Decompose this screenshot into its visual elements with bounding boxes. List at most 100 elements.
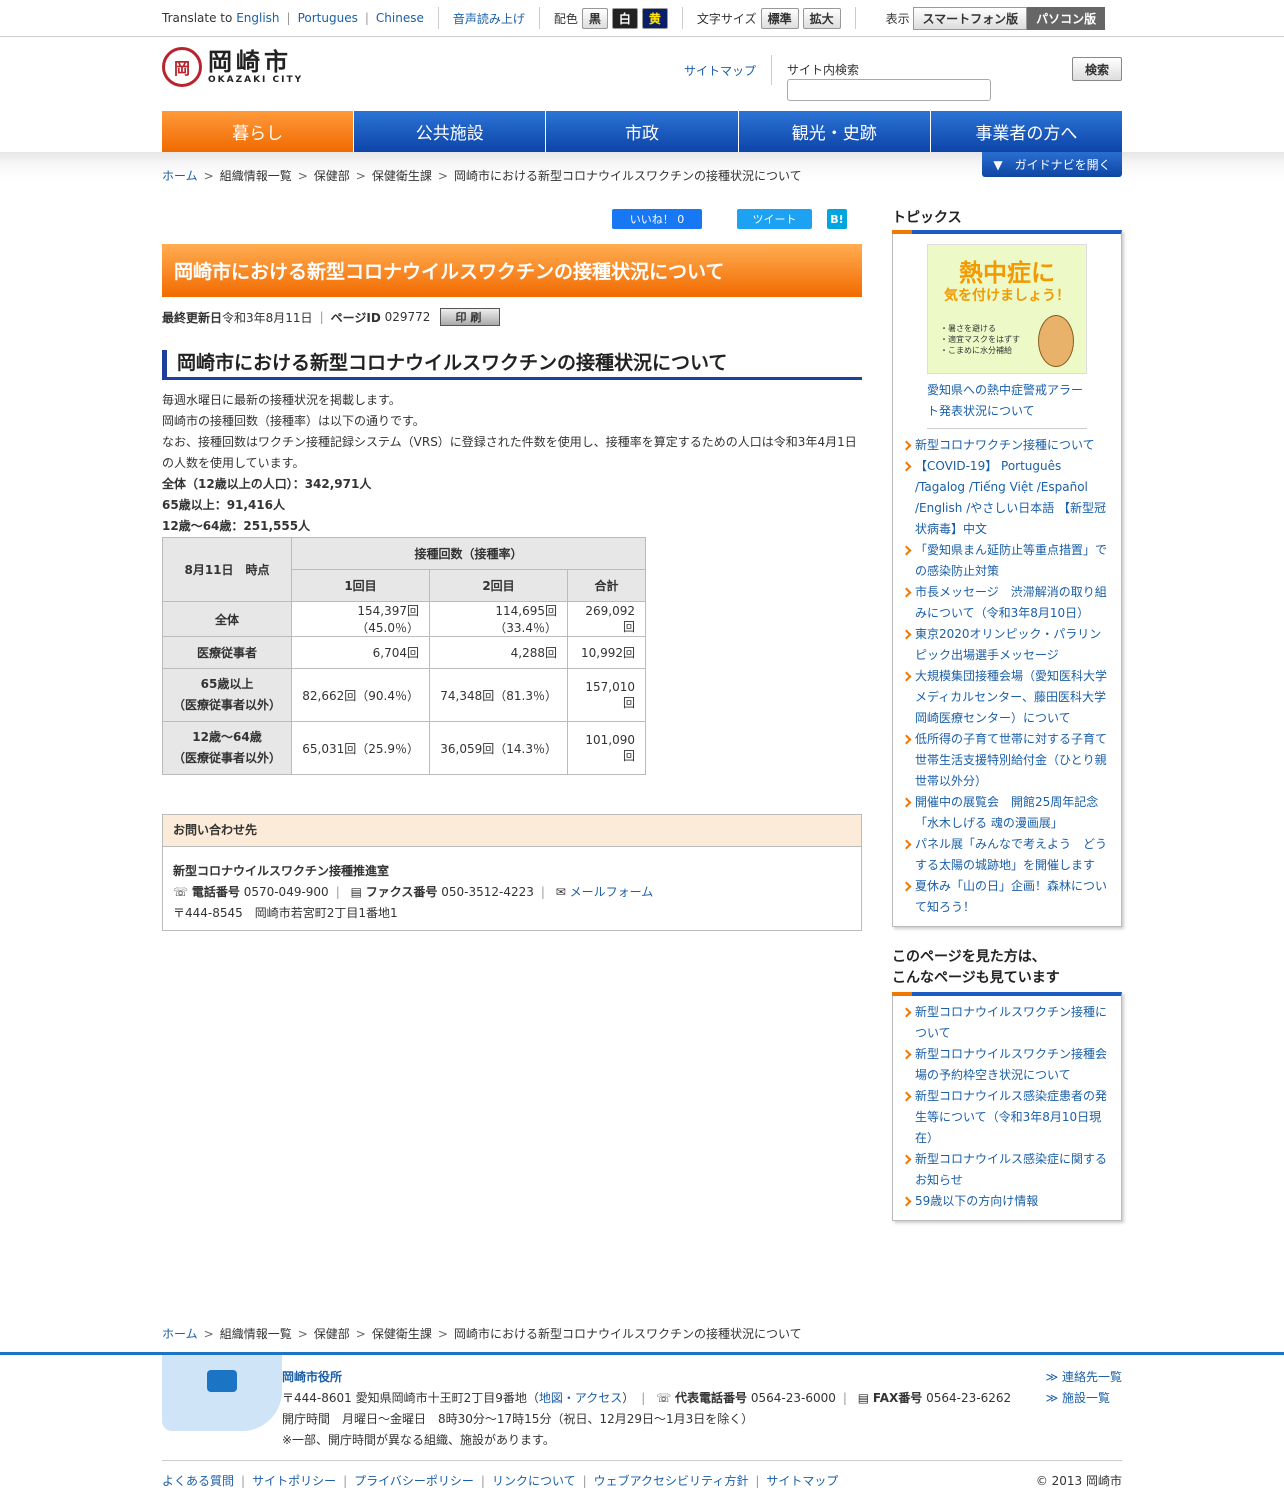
breadcrumb-item[interactable]: 保健部 xyxy=(314,1327,350,1341)
list-item[interactable]: 新型コロナウイルス感染症に関するお知らせ xyxy=(903,1149,1111,1191)
nav-item-city-admin[interactable]: 市政 xyxy=(546,111,739,152)
breadcrumb-home[interactable]: ホーム xyxy=(162,169,198,183)
footer-sitemap-link[interactable]: サイトマップ xyxy=(766,1474,838,1488)
paragraph: 毎週水曜日に最新の接種状況を掲載します。 xyxy=(162,393,401,407)
fax-icon: ▤ xyxy=(350,885,362,899)
col-header: 合計 xyxy=(567,569,646,602)
table-cell: 101,090回 xyxy=(567,721,646,775)
fax-number: 050-3512-4223 xyxy=(441,885,534,899)
list-item[interactable]: 低所得の子育て世帯に対する子育て世帯生活支援特別給付金（ひとり親世帯以外分） xyxy=(903,729,1111,792)
office-name: 岡崎市役所 xyxy=(282,1370,343,1384)
mail-form-link[interactable]: メールフォーム xyxy=(570,885,654,899)
fontsize-standard-button[interactable]: 標準 xyxy=(760,7,799,29)
privacy-policy-link[interactable]: プライバシーポリシー xyxy=(354,1474,474,1488)
list-item[interactable]: 市長メッセージ 渋滞解消の取り組みについて（令和3年8月10日） xyxy=(903,582,1111,624)
phone-icon: ☏ xyxy=(173,885,189,899)
nav-item-tourism[interactable]: 観光・史跡 xyxy=(738,111,931,152)
faq-link[interactable]: よくある質問 xyxy=(162,1474,234,1488)
map-icon xyxy=(162,1355,282,1431)
tweet-button[interactable]: ツイート xyxy=(737,209,812,229)
banner-line: ・こまめに水分補給 xyxy=(940,346,1012,355)
topic-link[interactable]: 【COVID-19】 Português /Tagalog /Tiếng Việ… xyxy=(915,459,1106,536)
table-cell: 6,704回 xyxy=(291,636,430,669)
row-subheader: （医療従事者以外） xyxy=(173,698,282,712)
display-label: 表示 xyxy=(885,11,910,26)
site-policy-link[interactable]: サイトポリシー xyxy=(252,1474,336,1488)
hatena-bookmark-button[interactable]: B! xyxy=(827,209,847,229)
table-row: 65歳以上 （医療従事者以外） 82,662回（90.4％） 74,348回（81.3… xyxy=(162,668,646,722)
list-item[interactable]: 開催中の展覧会 開館25周年記念「水木しげる 魂の漫画展」 xyxy=(903,792,1111,834)
related-link[interactable]: 新型コロナウイルス感染症患者の発生等について（令和3年8月10日現在） xyxy=(915,1089,1107,1145)
list-item[interactable]: 59歳以下の方向け情報 xyxy=(903,1191,1111,1212)
list-item[interactable]: 新型コロナウイルス感染症患者の発生等について（令和3年8月10日現在） xyxy=(903,1086,1111,1149)
list-item[interactable]: 【COVID-19】 Português /Tagalog /Tiếng Việ… xyxy=(903,456,1111,540)
office-note: ※一部、開庁時間が異なる組織、施設があります。 xyxy=(282,1433,555,1447)
header-sitemap-link[interactable]: サイトマップ xyxy=(684,62,756,79)
breadcrumb-item[interactable]: 組織情報一覧 xyxy=(220,169,292,183)
print-button[interactable]: 印刷 xyxy=(440,308,501,326)
list-item[interactable]: 新型コロナウイルスワクチン接種について xyxy=(903,1002,1111,1044)
lang-portugues-link[interactable]: Portugues xyxy=(298,11,358,25)
list-item[interactable]: 大規模集団接種会場（愛知医科大学メディカルセンター、藤田医科大学岡崎医療センター… xyxy=(903,666,1111,729)
search-button[interactable]: 検索 xyxy=(1072,57,1122,81)
nav-item-facilities[interactable]: 公共施設 xyxy=(354,111,547,152)
guide-navi-button[interactable]: ▼ ガイドナビを開く xyxy=(982,152,1122,177)
nav-item-kurashi[interactable]: 暮らし xyxy=(162,111,355,152)
related-link[interactable]: 新型コロナウイルスワクチン接種について xyxy=(915,1005,1107,1040)
facilities-list-link[interactable]: ≫ 施設一覧 xyxy=(1046,1391,1110,1405)
related-link[interactable]: 新型コロナウイルス感染症に関するお知らせ xyxy=(915,1152,1107,1187)
sidebar: トピックス 熱中症に 気を付けましょう！ ・暑さを避ける ・適宜マスクをはずす … xyxy=(892,207,1122,1221)
topic-link[interactable]: 低所得の子育て世帯に対する子育て世帯生活支援特別給付金（ひとり親世帯以外分） xyxy=(915,732,1107,788)
page-title: 岡崎市における新型コロナウイルスワクチンの接種状況について xyxy=(162,244,862,297)
city-emblem-icon: 岡 xyxy=(162,47,202,87)
breadcrumb-item[interactable]: 保健衛生課 xyxy=(372,169,432,183)
breadcrumb-item[interactable]: 組織情報一覧 xyxy=(220,1327,292,1341)
translate-prefix: Translate to xyxy=(162,11,233,25)
pc-view-button[interactable]: パソコン版 xyxy=(1027,6,1106,30)
breadcrumb-home[interactable]: ホーム xyxy=(162,1327,198,1341)
topic-link[interactable]: 新型コロナワクチン接種について xyxy=(915,438,1095,452)
contact-address: 〒444-8545 岡崎市若宮町2丁目1番地1 xyxy=(173,906,398,920)
topic-link[interactable]: 「愛知県まん延防止等重点措置」での感染防止対策 xyxy=(915,543,1107,578)
fontsize-label: 文字サイズ xyxy=(696,11,757,26)
topic-link[interactable]: パネル展「みんなで考えよう どうする太陽の城跡地」を開催します xyxy=(915,837,1107,872)
nav-item-business[interactable]: 事業者の方へ xyxy=(930,111,1123,152)
list-item[interactable]: パネル展「みんなで考えよう どうする太陽の城跡地」を開催します xyxy=(903,834,1111,876)
search-label: サイト内検索 xyxy=(787,63,860,77)
fontsize-large-button[interactable]: 拡大 xyxy=(802,7,841,29)
site-logo[interactable]: 岡 岡崎市 OKAZAKI CITY xyxy=(162,47,303,87)
list-item[interactable]: 新型コロナワクチン接種について xyxy=(903,435,1111,456)
topic-link[interactable]: 東京2020オリンピック・パラリンピック出場選手メッセージ xyxy=(915,627,1101,662)
list-item[interactable]: 夏休み「山の日」企画！森林について知ろう！ xyxy=(903,876,1111,918)
breadcrumb-item[interactable]: 保健衛生課 xyxy=(372,1327,432,1341)
contacts-list-link[interactable]: ≫ 連絡先一覧 xyxy=(1046,1370,1122,1384)
heatstroke-alert-link[interactable]: 愛知県への熱中症警戒アラート発表状況について xyxy=(927,383,1083,418)
lang-chinese-link[interactable]: Chinese xyxy=(376,11,424,25)
topic-link[interactable]: 大規模集団接種会場（愛知医科大学メディカルセンター、藤田医科大学岡崎医療センター… xyxy=(915,669,1107,725)
list-item[interactable]: 「愛知県まん延防止等重点措置」での感染防止対策 xyxy=(903,540,1111,582)
color-yellow-button[interactable]: 黄 xyxy=(641,7,668,29)
voice-reader-link[interactable]: 音声読み上げ xyxy=(453,10,525,27)
facebook-like-button[interactable]: いいね！ 0 xyxy=(612,209,702,229)
related-link[interactable]: 新型コロナウイルスワクチン接種会場の予約枠空き状況について xyxy=(915,1047,1107,1082)
accessibility-link[interactable]: ウェブアクセシビリティ方針 xyxy=(594,1474,749,1488)
population-total: 全体（12歳以上の人口）：342,971人 xyxy=(162,477,372,491)
list-item[interactable]: 新型コロナウイルスワクチン接種会場の予約枠空き状況について xyxy=(903,1044,1111,1086)
topic-link[interactable]: 開催中の展覧会 開館25周年記念「水木しげる 魂の漫画展」 xyxy=(915,795,1098,830)
logo-subtext: OKAZAKI CITY xyxy=(208,75,304,85)
color-white-button[interactable]: 白 xyxy=(611,7,638,29)
breadcrumb-item[interactable]: 保健部 xyxy=(314,169,350,183)
topic-link[interactable]: 市長メッセージ 渋滞解消の取り組みについて（令和3年8月10日） xyxy=(915,585,1107,620)
color-black-button[interactable]: 黒 xyxy=(581,7,608,29)
related-link[interactable]: 59歳以下の方向け情報 xyxy=(915,1194,1038,1208)
lang-english-link[interactable]: English xyxy=(236,11,279,25)
list-item[interactable]: 東京2020オリンピック・パラリンピック出場選手メッセージ xyxy=(903,624,1111,666)
link-policy-link[interactable]: リンクについて xyxy=(492,1474,576,1488)
search-input[interactable] xyxy=(787,79,991,101)
heatstroke-banner[interactable]: 熱中症に 気を付けましょう！ ・暑さを避ける ・適宜マスクをはずす ・こまめに水… xyxy=(927,244,1087,374)
smartphone-view-button[interactable]: スマートフォン版 xyxy=(913,6,1028,30)
map-access-link[interactable]: 地図・アクセス xyxy=(539,1391,622,1405)
banner-title: 熱中症に xyxy=(959,259,1055,287)
office-address: 〒444-8601 愛知県岡崎市十王町2丁目9番地（ xyxy=(282,1391,539,1405)
topic-link[interactable]: 夏休み「山の日」企画！森林について知ろう！ xyxy=(915,879,1107,914)
